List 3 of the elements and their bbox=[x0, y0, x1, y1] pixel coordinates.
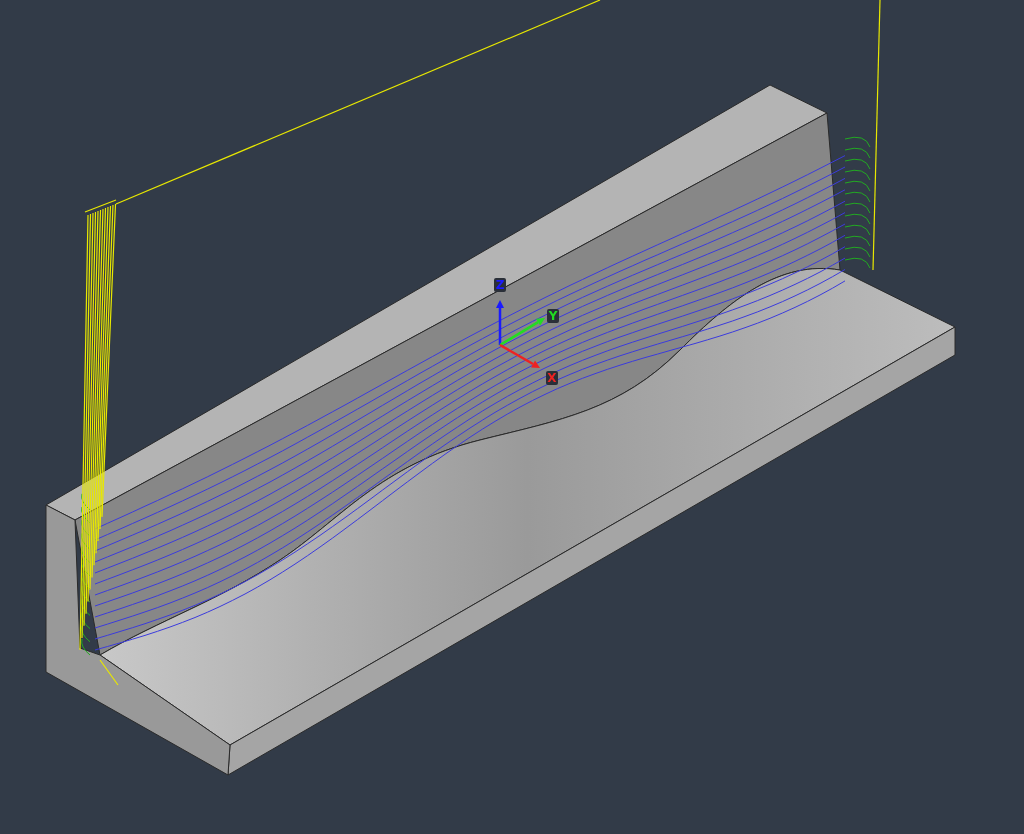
axis-label: Y bbox=[548, 309, 558, 323]
axis-label: X bbox=[547, 371, 557, 385]
axis-label: Z bbox=[495, 278, 505, 292]
